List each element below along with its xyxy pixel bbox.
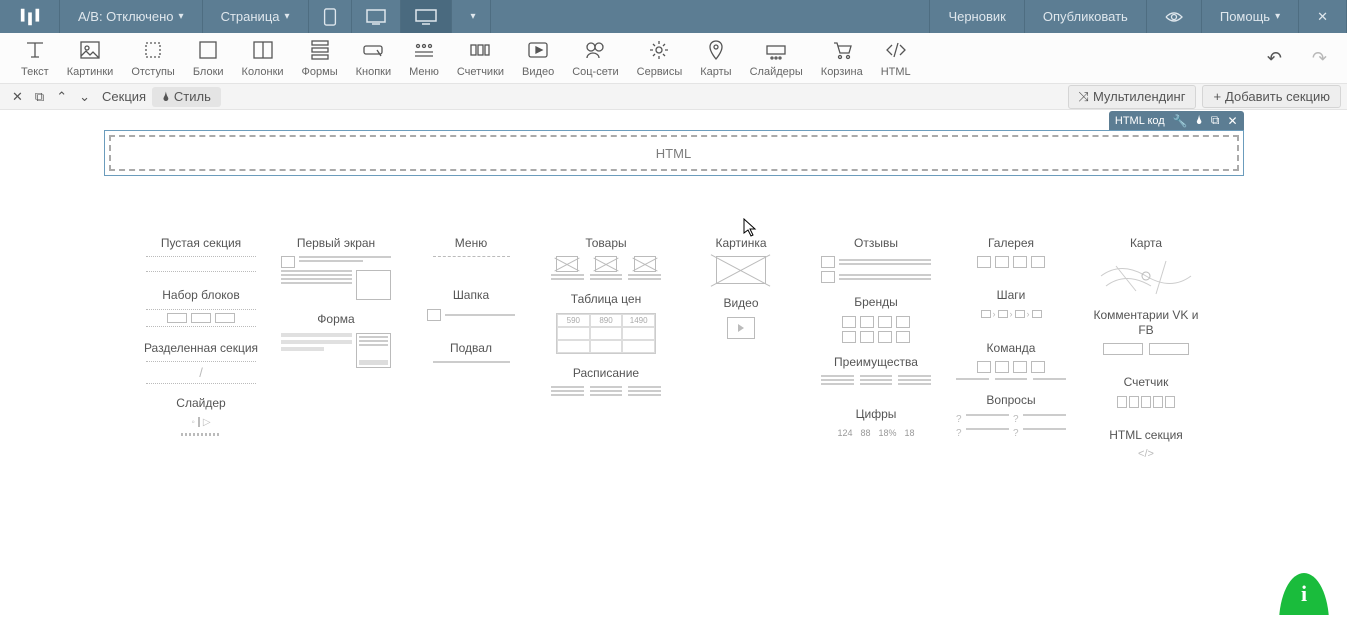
template-block-set[interactable]: Набор блоков	[141, 288, 261, 328]
shuffle-icon: ⤨	[1079, 89, 1089, 105]
template-gallery[interactable]: Галерея	[951, 236, 1071, 276]
tool-forms[interactable]: Формы	[302, 38, 338, 78]
tool-row: Текст Картинки Отступы Блоки Колонки Фор…	[0, 33, 1347, 84]
chevron-down-icon: ▾	[179, 11, 184, 22]
template-brands[interactable]: Бренды	[816, 295, 936, 342]
element-toolbar-label: HTML код	[1115, 115, 1165, 127]
page-dropdown[interactable]: Страница ▾	[203, 0, 309, 33]
template-features[interactable]: Преимущества	[816, 355, 936, 395]
tool-html[interactable]: HTML	[881, 38, 911, 78]
tool-services[interactable]: Сервисы	[637, 38, 683, 78]
style-button[interactable]: 🌢 Стиль	[152, 87, 221, 107]
device-tablet[interactable]	[352, 0, 401, 33]
template-slider[interactable]: Слайдер◦▷	[141, 396, 261, 436]
top-bar: A/B: Отключено ▾ Страница ▾ ▾ Черновик О…	[0, 0, 1347, 33]
copy-icon[interactable]: ⧉	[1211, 113, 1220, 128]
template-image[interactable]: Картинка	[681, 236, 801, 284]
device-mobile[interactable]	[309, 0, 352, 33]
template-numbers[interactable]: Цифры1248818%18	[816, 407, 936, 447]
template-steps[interactable]: Шаги›››	[951, 288, 1071, 328]
templates-grid: Пустая секция Набор блоков Разделенная с…	[141, 236, 1206, 480]
template-split-section[interactable]: Разделенная секция/	[141, 341, 261, 384]
chevron-down-icon: ▾	[1275, 11, 1280, 22]
template-counter[interactable]: Счетчик	[1086, 375, 1206, 415]
template-hero[interactable]: Первый экран	[276, 236, 396, 300]
device-desktop[interactable]	[401, 0, 452, 33]
section-copy-icon[interactable]: ⧉	[29, 84, 50, 109]
preview-button[interactable]	[1147, 0, 1202, 33]
tool-images[interactable]: Картинки	[67, 38, 114, 78]
undo-button[interactable]: ↶	[1267, 48, 1282, 69]
info-icon: i	[1301, 581, 1307, 607]
close-icon[interactable]: ✕	[1227, 114, 1237, 128]
page-label: Страница	[221, 9, 280, 24]
plus-icon: +	[1213, 89, 1221, 104]
template-faq[interactable]: Вопросы????	[951, 393, 1071, 438]
device-more[interactable]: ▾	[452, 0, 491, 33]
section-up-icon[interactable]: ⌃	[50, 84, 73, 109]
chevron-down-icon: ▾	[285, 11, 290, 22]
chevron-down-icon: ▾	[471, 11, 476, 22]
close-icon: ✕	[1317, 9, 1328, 25]
element-toolbar: HTML код 🔧 🌢 ⧉ ✕	[1109, 111, 1244, 130]
tool-spacing[interactable]: Отступы	[131, 38, 175, 78]
template-html-section[interactable]: HTML секция</>	[1086, 428, 1206, 468]
close-button[interactable]: ✕	[1299, 0, 1347, 33]
template-schedule[interactable]: Расписание	[546, 366, 666, 406]
wrench-icon[interactable]: 🔧	[1173, 114, 1188, 128]
template-menu[interactable]: Меню	[411, 236, 531, 276]
section-close-icon[interactable]: ✕	[6, 84, 29, 109]
section-bar: ✕ ⧉ ⌃ ⌄ Секция 🌢 Стиль ⤨ Мультилендинг +…	[0, 84, 1347, 110]
multilanding-button[interactable]: ⤨ Мультилендинг	[1068, 85, 1197, 109]
template-team[interactable]: Команда	[951, 341, 1071, 381]
redo-button[interactable]: ↷	[1312, 48, 1327, 69]
tool-counters[interactable]: Счетчики	[457, 38, 504, 78]
tool-video[interactable]: Видео	[522, 38, 554, 78]
add-section-button[interactable]: + Добавить секцию	[1202, 85, 1341, 108]
template-map[interactable]: Карта	[1086, 236, 1206, 296]
html-block[interactable]: HTML	[104, 130, 1244, 176]
logo[interactable]	[0, 0, 60, 33]
template-header[interactable]: Шапка	[411, 288, 531, 328]
template-products[interactable]: Товары	[546, 236, 666, 280]
template-reviews[interactable]: Отзывы	[816, 236, 936, 283]
droplet-icon: 🌢	[162, 89, 170, 105]
tool-text[interactable]: Текст	[21, 38, 49, 78]
tool-buttons[interactable]: Кнопки	[356, 38, 392, 78]
ab-toggle[interactable]: A/B: Отключено ▾	[60, 0, 203, 33]
tool-cart[interactable]: Корзина	[821, 38, 863, 78]
html-block-placeholder: HTML	[656, 146, 691, 161]
template-form[interactable]: Форма	[276, 312, 396, 367]
section-label: Секция	[102, 89, 146, 104]
template-video[interactable]: Видео	[681, 296, 801, 338]
tool-maps[interactable]: Карты	[700, 38, 731, 78]
canvas: HTML код 🔧 🌢 ⧉ ✕ HTML Пустая секция Набо…	[0, 110, 1347, 480]
template-footer[interactable]: Подвал	[411, 341, 531, 381]
tool-sliders[interactable]: Слайдеры	[750, 38, 803, 78]
info-fab[interactable]: i	[1279, 573, 1329, 623]
droplet-icon[interactable]: 🌢	[1196, 113, 1203, 128]
publish-button[interactable]: Опубликовать	[1025, 0, 1147, 33]
help-dropdown[interactable]: Помощь ▾	[1202, 0, 1299, 33]
status-label: Черновик	[929, 0, 1024, 33]
tool-columns[interactable]: Колонки	[242, 38, 284, 78]
template-comments[interactable]: Комментарии VK и FB	[1086, 308, 1206, 363]
tool-blocks[interactable]: Блоки	[193, 38, 224, 78]
template-empty-section[interactable]: Пустая секция	[141, 236, 261, 276]
ab-label: A/B: Отключено	[78, 9, 174, 24]
section-down-icon[interactable]: ⌄	[73, 84, 96, 109]
tool-social[interactable]: Соц-сети	[572, 38, 618, 78]
template-price-table[interactable]: Таблица цен5908901490	[546, 292, 666, 353]
tool-menu[interactable]: Меню	[409, 38, 439, 78]
